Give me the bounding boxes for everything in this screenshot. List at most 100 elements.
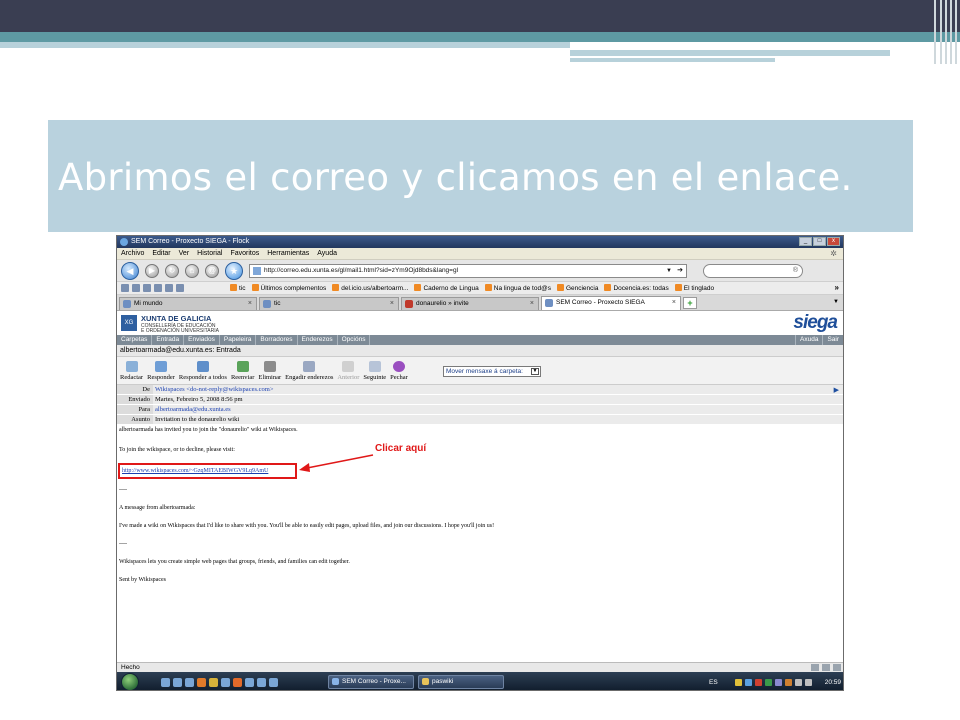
tab-close-icon[interactable]: × [390,298,394,310]
menu-favoritos[interactable]: Favoritos [230,250,259,257]
tray-icon[interactable] [744,678,752,686]
menu-ver[interactable]: Ver [179,250,190,257]
tray-icon[interactable] [784,678,792,686]
taskbar-item-paswiki[interactable]: paswiki [418,675,504,689]
quicklaunch-icon[interactable] [209,677,218,687]
reload-icon[interactable]: ↻ [165,263,179,278]
seguinte-button[interactable]: Seguinte [363,361,386,384]
tab-close-icon[interactable]: × [672,297,676,309]
bookmark-item[interactable]: Genciencia [556,284,598,292]
tray-icon[interactable] [764,678,772,686]
engadir-enderezos-button[interactable]: Engadir enderezos [285,361,333,384]
bookmark-item[interactable]: del.icio.us/albertoarm... [332,284,408,292]
bookmark-item[interactable]: Últimos complementos [251,284,326,292]
forward-arrow-icon[interactable]: ▶ [145,263,159,278]
pencil-icon[interactable] [811,664,819,671]
header-value[interactable]: albertoarmada@edu.xunta.es [153,405,843,414]
quicklaunch-icon[interactable] [269,677,278,687]
go-arrow-icon[interactable]: ➔ [677,265,683,277]
quicklaunch-icon[interactable] [173,677,182,687]
address-url: http://correo.edu.xunta.es/gl/mail1.html… [264,266,459,274]
anterior-button[interactable]: Anterior [337,361,359,384]
reenviar-button[interactable]: Reenviar [231,361,254,384]
bookmark-item[interactable]: Docencia.es: todas [604,284,669,292]
tab-close-icon[interactable]: × [530,298,534,310]
home-icon[interactable]: ⌂ [185,263,199,278]
redactar-button[interactable]: Redactar [120,361,143,384]
tab-mi-mundo[interactable]: Mi mundo × [119,297,257,310]
tab-tic[interactable]: tic × [259,297,399,310]
expand-arrow-icon[interactable]: ▶ [834,385,839,395]
quicklaunch-icon[interactable] [161,677,170,687]
gear-icon[interactable]: ✲ [830,249,837,258]
nav-enviados[interactable]: Enviados [184,335,220,345]
bookmark-item[interactable]: Caderno de Lingua [414,284,479,292]
tray-icon[interactable] [774,678,782,686]
bookmark-item[interactable]: El tinglado [674,284,714,292]
new-tab-plus-icon[interactable]: + [683,297,697,309]
quicklaunch-icon[interactable] [197,677,206,687]
header-value[interactable]: Wikispaces <do-not-reply@wikispaces.com>… [153,385,843,394]
search-input[interactable]: ® [703,263,803,278]
back-arrow-icon[interactable]: ◀ [121,261,139,280]
status-icon[interactable] [833,664,841,671]
move-folder-select[interactable]: Mover mensaxe á carpeta: ▼ [443,366,541,377]
menu-historial[interactable]: Historial [197,250,222,257]
menu-archivo[interactable]: Archivo [121,250,144,257]
blog-icon[interactable] [165,284,173,292]
quicklaunch-icon[interactable] [245,677,254,687]
bookmark-item[interactable]: Na lingua de tod@s [484,284,551,292]
chevron-down-icon[interactable]: ▼ [531,368,539,375]
menu-editar[interactable]: Editar [152,250,170,257]
chevron-down-icon[interactable]: ▼ [666,265,672,277]
bookmark-item[interactable]: tic [230,284,246,292]
tab-close-icon[interactable]: × [248,298,252,310]
maximize-button[interactable]: □ [813,237,826,246]
star-icon[interactable]: ★ [225,261,243,280]
start-button[interactable] [121,673,139,690]
tab-sem-correo[interactable]: SEM Correo - Proxecto SIEGA × [541,296,681,310]
volume-icon[interactable] [804,678,812,686]
responder-button[interactable]: Responder [147,361,175,384]
menu-herramientas[interactable]: Herramientas [267,250,309,257]
tools-icon[interactable] [154,284,162,292]
minimize-button[interactable]: _ [799,237,812,246]
upload-icon[interactable] [176,284,184,292]
quicklaunch-icon[interactable] [257,677,266,687]
nav-enderezos[interactable]: Enderezos [298,335,338,345]
pechar-button[interactable]: Pechar [390,361,408,384]
quicklaunch-icon[interactable] [185,677,194,687]
nav-axuda[interactable]: Axuda [795,335,822,345]
nav-carpetas[interactable]: Carpetas [117,335,153,345]
address-bar[interactable]: http://correo.edu.xunta.es/gl/mail1.html… [249,263,687,278]
media-icon[interactable] [132,284,140,292]
nav-borradores[interactable]: Borradores [256,335,298,345]
nav-opcions[interactable]: Opcións [338,335,371,345]
language-indicator[interactable]: ES [709,679,718,686]
menu-ayuda[interactable]: Ayuda [317,250,337,257]
forward-icon [236,361,249,372]
tab-donaurelio[interactable]: donaurelio » invite × [401,297,539,310]
tray-icon[interactable] [754,678,762,686]
status-icon[interactable] [822,664,830,671]
nav-entrada[interactable]: Entrada [152,335,185,345]
tab-list-chevron-icon[interactable]: ▼ [833,299,839,305]
tray-icon[interactable] [734,678,742,686]
invite-link[interactable]: http://www.wikispaces.com/~GzqMITAEBIWGV… [122,468,268,474]
responder-todos-button[interactable]: Responder a todos [179,361,227,384]
nav-sair[interactable]: Sair [822,335,843,345]
eliminar-button[interactable]: Eliminar [258,361,281,384]
email-icon[interactable]: @ [205,263,219,278]
network-icon[interactable] [794,678,802,686]
more-chevron-icon[interactable]: » [835,283,839,292]
nav-papeleira[interactable]: Papeleira [220,335,257,345]
rss-icon [604,284,612,291]
quicklaunch-icon[interactable] [221,677,230,687]
people-icon[interactable] [121,284,129,292]
quicklaunch-icon[interactable] [233,677,242,687]
close-button[interactable]: x [827,237,840,246]
taskbar-item-sem-correo[interactable]: SEM Correo - Proxe... [328,675,414,689]
header-label: Asunto [117,415,153,424]
slide-top-band [0,0,960,32]
feed-icon[interactable] [143,284,151,292]
